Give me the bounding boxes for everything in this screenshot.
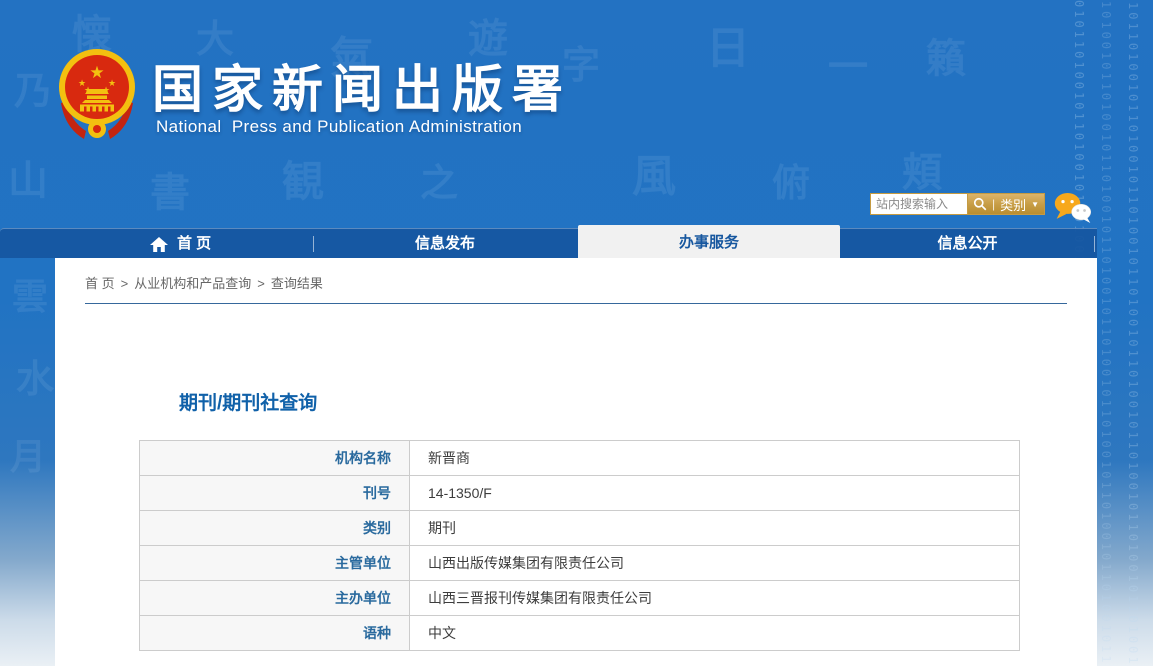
breadcrumb-separator: > (257, 276, 265, 291)
table-row: 主办单位 山西三晋报刊传媒集团有限责任公司 (139, 580, 1020, 616)
national-emblem: ★ ★ ★ ★ ★ (59, 49, 135, 139)
svg-text:★: ★ (89, 63, 104, 82)
row-label: 语种 (139, 615, 410, 651)
table-row: 类别 期刊 (139, 510, 1020, 546)
nav-home[interactable]: 首 页 (150, 229, 211, 259)
site-search-bar: | 类别 ▼ (870, 193, 1045, 215)
search-actions[interactable]: | 类别 ▼ (967, 193, 1045, 215)
breadcrumb-separator: > (120, 276, 129, 291)
nav-info-release[interactable]: 信息发布 (340, 229, 550, 259)
caret-down-icon[interactable]: ▼ (1031, 200, 1039, 209)
breadcrumb-query[interactable]: 从业机构和产品查询 (134, 276, 251, 291)
nav-info-public[interactable]: 信息公开 (845, 229, 1090, 259)
nav-services-active-tab[interactable]: 办事服务 (578, 225, 840, 259)
table-row: 机构名称 新晋商 (139, 440, 1020, 476)
nav-home-label: 首 页 (177, 235, 212, 252)
category-dropdown[interactable]: 类别 (1000, 195, 1026, 214)
nav-divider (1094, 236, 1095, 252)
search-divider: | (991, 197, 996, 211)
query-result-table: 机构名称 新晋商 刊号 14-1350/F 类别 期刊 主管单位 山西出版传媒集… (139, 440, 1020, 651)
breadcrumb-current: 查询结果 (270, 276, 323, 291)
row-label: 机构名称 (139, 440, 410, 476)
main-navigation: 首 页 信息发布 办事服务 信息公开 (0, 225, 1097, 259)
row-label: 主管单位 (139, 545, 410, 581)
row-value: 新晋商 (409, 440, 1020, 476)
row-label: 主办单位 (139, 580, 410, 616)
site-subtitle-en: National Press and Publication Administr… (156, 117, 523, 136)
table-row: 主管单位 山西出版传媒集团有限责任公司 (139, 545, 1020, 581)
search-icon[interactable] (973, 197, 987, 211)
breadcrumb-home[interactable]: 首 页 (85, 276, 115, 291)
nav-divider (313, 236, 314, 252)
table-row: 刊号 14-1350/F (139, 475, 1020, 511)
page-title: 期刊/期刊社查询 (179, 393, 318, 414)
row-value: 期刊 (409, 510, 1020, 546)
row-label: 刊号 (139, 475, 410, 511)
table-row: 语种 中文 (139, 615, 1020, 651)
row-value: 14-1350/F (409, 475, 1020, 511)
home-icon (150, 236, 168, 252)
row-value: 山西出版传媒集团有限责任公司 (409, 545, 1020, 581)
search-input[interactable] (870, 193, 967, 215)
row-value: 中文 (409, 615, 1020, 651)
wechat-icon[interactable] (1053, 191, 1093, 224)
site-header: ★ ★ ★ ★ ★ 国家新闻出版署 National Press and Pub… (0, 0, 1153, 228)
row-value: 山西三晋报刊传媒集团有限责任公司 (409, 580, 1020, 616)
breadcrumb: 首 页 > 从业机构和产品查询 > 查询结果 (85, 258, 1067, 304)
content-panel: 首 页 > 从业机构和产品查询 > 查询结果 期刊/期刊社查询 机构名称 新晋商 刊号 … (55, 258, 1097, 666)
site-title: 国家新闻出版署 (152, 61, 573, 118)
row-label: 类别 (139, 510, 410, 546)
